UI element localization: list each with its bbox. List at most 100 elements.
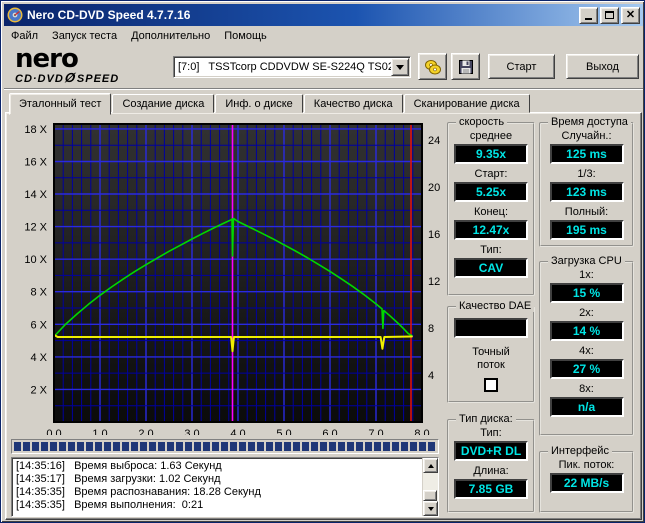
tab-3[interactable]: Качество диска bbox=[304, 94, 403, 113]
tab-4[interactable]: Сканирование диска bbox=[404, 94, 530, 113]
tab-1[interactable]: Создание диска bbox=[112, 94, 214, 113]
start-button[interactable]: Старт bbox=[488, 54, 555, 79]
menubar: ФайлЗапуск тестаДополнительноПомощь bbox=[4, 26, 643, 46]
menu-item-2[interactable]: Дополнительно bbox=[124, 28, 217, 44]
log-scrollbar[interactable] bbox=[422, 458, 438, 516]
dae-quality-display bbox=[454, 318, 528, 338]
disc-glyph-icon: Ø bbox=[63, 70, 78, 85]
scroll-up-button[interactable] bbox=[423, 458, 438, 473]
field-label: Пик. поток: bbox=[559, 459, 615, 471]
svg-text:12 X: 12 X bbox=[24, 222, 47, 234]
field-value-display: 14 % bbox=[550, 321, 624, 341]
accurate-stream-checkbox[interactable] bbox=[484, 378, 498, 392]
minimize-icon bbox=[585, 18, 592, 20]
panel-speed-title: скорость bbox=[456, 116, 507, 128]
log-lines: [14:35:16] Время выброса: 1.63 Секунд[14… bbox=[12, 458, 422, 516]
discs-icon bbox=[424, 58, 442, 76]
svg-text:16 X: 16 X bbox=[24, 157, 47, 169]
panel-interface-title: Интерфейс bbox=[548, 445, 612, 457]
svg-text:2 X: 2 X bbox=[30, 384, 47, 396]
field-label: Случайн.: bbox=[561, 130, 611, 142]
field-label: 2x: bbox=[579, 307, 594, 319]
field-label: 1x: bbox=[579, 269, 594, 281]
svg-text:14 X: 14 X bbox=[24, 189, 47, 201]
test-log: [14:35:16] Время выброса: 1.63 Секунд[14… bbox=[11, 457, 439, 517]
field-label: 1/3: bbox=[577, 168, 595, 180]
svg-text:3.0: 3.0 bbox=[184, 428, 199, 435]
log-line: [14:35:17] Время загрузки: 1.02 Секунд bbox=[16, 473, 422, 486]
svg-text:8: 8 bbox=[428, 323, 434, 335]
minimize-button[interactable] bbox=[579, 7, 598, 24]
tab-2[interactable]: Инф. о диске bbox=[215, 94, 302, 113]
log-line: [14:35:16] Время выброса: 1.63 Секунд bbox=[16, 460, 422, 473]
field-value-display: 22 MB/s bbox=[550, 473, 624, 493]
field-value-display: 15 % bbox=[550, 283, 624, 303]
log-line: [14:35:35] Время выполнения: 0:21 bbox=[16, 499, 422, 512]
field-label: Старт: bbox=[475, 168, 508, 180]
maximize-button[interactable] bbox=[600, 7, 619, 24]
scrollbar-thumb[interactable] bbox=[423, 490, 437, 501]
save-button[interactable] bbox=[451, 53, 480, 80]
close-icon: ✕ bbox=[626, 10, 635, 21]
scrollbar-track[interactable] bbox=[423, 473, 438, 501]
svg-text:12: 12 bbox=[428, 276, 440, 288]
nero-logo-subtext: CD·DVDØSPEED bbox=[15, 70, 165, 85]
field-value-display: 123 ms bbox=[550, 182, 624, 202]
panel-disc-type-title: Тип диска: bbox=[456, 413, 516, 425]
field-value-display: 125 ms bbox=[550, 144, 624, 164]
svg-text:8.0: 8.0 bbox=[414, 428, 429, 435]
field-value-display: 27 % bbox=[550, 359, 624, 379]
svg-text:10 X: 10 X bbox=[24, 254, 47, 266]
svg-text:4: 4 bbox=[428, 370, 434, 382]
arrow-down-icon bbox=[428, 507, 434, 511]
scroll-down-button[interactable] bbox=[423, 501, 438, 516]
nero-logo-text: nero bbox=[15, 48, 165, 70]
svg-text:6 X: 6 X bbox=[30, 319, 47, 331]
svg-text:4.0: 4.0 bbox=[230, 428, 245, 435]
speed-chart: 2 X4 X6 X8 X10 X12 X14 X16 X18 X48121620… bbox=[9, 115, 443, 435]
svg-text:20: 20 bbox=[428, 182, 440, 194]
field-value-display: 195 ms bbox=[550, 220, 624, 240]
field-value-display: n/a bbox=[550, 397, 624, 417]
svg-text:7.0: 7.0 bbox=[368, 428, 383, 435]
drive-select-value: [7:0] TSSTcorp CDDVDW SE-S224Q TS02 bbox=[174, 61, 391, 73]
field-value-display: DVD+R DL bbox=[454, 441, 528, 461]
panel-cpu-load: Загрузка CPU 1x:15 %2x:14 %4x:27 %8x:n/a bbox=[539, 261, 634, 436]
drive-select-dropdown-button[interactable] bbox=[391, 58, 409, 76]
nero-logo: nero CD·DVDØSPEED bbox=[15, 48, 165, 85]
panel-dae: Качество DAE Точный поток bbox=[447, 306, 535, 403]
field-value-display: 5.25x bbox=[454, 182, 528, 202]
svg-text:4 X: 4 X bbox=[30, 352, 47, 364]
svg-text:8 X: 8 X bbox=[30, 287, 47, 299]
eject-discs-button[interactable] bbox=[418, 53, 447, 80]
field-label: Полный: bbox=[565, 206, 608, 218]
toolbar-separator bbox=[4, 88, 643, 90]
exit-button[interactable]: Выход bbox=[566, 54, 639, 79]
panel-disc-type: Тип диска: Тип:DVD+R DLДлина:7.85 GB bbox=[447, 419, 535, 513]
menu-item-0[interactable]: Файл bbox=[4, 28, 45, 44]
menu-item-1[interactable]: Запуск теста bbox=[45, 28, 124, 44]
field-label: среднее bbox=[470, 130, 512, 142]
drive-select[interactable]: [7:0] TSSTcorp CDDVDW SE-S224Q TS02 bbox=[173, 56, 411, 78]
field-label: Длина: bbox=[473, 465, 508, 477]
svg-text:6.0: 6.0 bbox=[322, 428, 337, 435]
tab-bar: Эталонный тестСоздание дискаИнф. о диске… bbox=[9, 93, 531, 113]
titlebar[interactable]: Nero CD-DVD Speed 4.7.7.16 ✕ bbox=[4, 4, 643, 26]
progress-fill bbox=[14, 442, 436, 451]
svg-text:0.0: 0.0 bbox=[46, 428, 61, 435]
floppy-icon bbox=[458, 59, 474, 75]
menu-item-3[interactable]: Помощь bbox=[217, 28, 274, 44]
tab-0[interactable]: Эталонный тест bbox=[9, 93, 111, 115]
log-line: [14:35:35] Время распознавания: 18.28 Се… bbox=[16, 486, 422, 499]
panel-interface: Интерфейс Пик. поток:22 MB/s bbox=[539, 451, 634, 513]
panel-dae-title: Качество DAE bbox=[456, 300, 534, 312]
panel-speed: скорость среднее9.35xСтарт:5.25xКонец:12… bbox=[447, 122, 535, 296]
panel-access-time-title: Время доступа bbox=[548, 116, 631, 128]
field-value-display: 12.47x bbox=[454, 220, 528, 240]
svg-text:16: 16 bbox=[428, 229, 440, 241]
close-button[interactable]: ✕ bbox=[621, 7, 640, 24]
panel-access-time: Время доступа Случайн.:125 ms1/3:123 msП… bbox=[539, 122, 634, 247]
field-value-display: 7.85 GB bbox=[454, 479, 528, 499]
chevron-down-icon bbox=[396, 65, 404, 70]
panel-cpu-load-title: Загрузка CPU bbox=[548, 255, 625, 267]
